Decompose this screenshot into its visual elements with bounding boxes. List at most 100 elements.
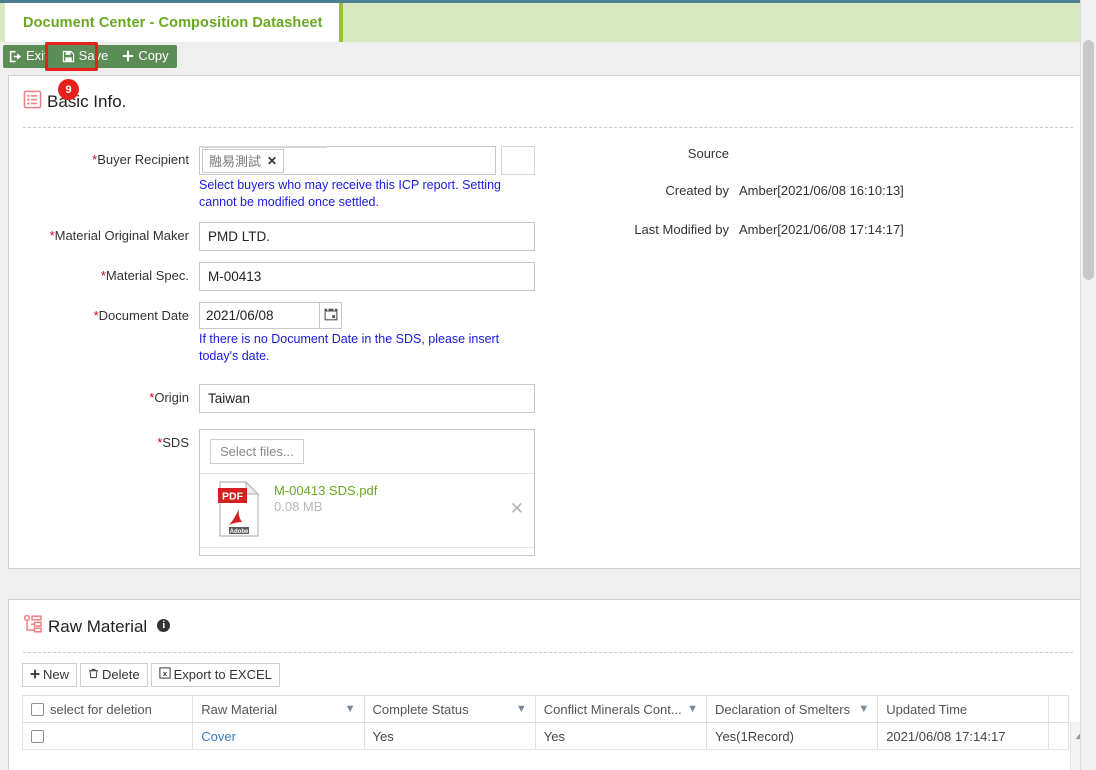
sds-upload-footer (200, 547, 534, 555)
copy-button[interactable]: Copy (116, 45, 176, 68)
column-header-label: Raw Material (201, 701, 278, 717)
basic-info-header: Basic Info. (9, 76, 1087, 114)
buyer-recipient-label: *Buyer Recipient (92, 152, 189, 167)
buyer-recipient-field: 融易測試 ✕ Select buyers who may receive thi… (199, 146, 535, 211)
cell-complete-status: Yes (364, 723, 536, 750)
material-spec-field (199, 262, 535, 291)
page-header: Document Center - Composition Datasheet (0, 0, 1096, 42)
export-to-excel-button[interactable]: x Export to EXCEL (150, 663, 280, 687)
annotation-badge-9: 9 (58, 79, 79, 100)
delete-label: Delete (102, 667, 140, 682)
column-header-raw-material: Raw Material ▼ (193, 696, 365, 723)
origin-label: *Origin (149, 390, 189, 405)
column-header-updated-time: Updated Time (878, 696, 1050, 723)
buyer-recipient-multiselect-wrap: 融易測試 ✕ (199, 146, 535, 175)
buyer-recipient-chip: 融易測試 ✕ (202, 148, 285, 173)
sds-upload-top: Select files... (200, 430, 534, 473)
readonly-info-column: Source Created by Amber[2021/06/08 16:10… (579, 146, 1049, 259)
info-icon[interactable]: i (157, 619, 171, 632)
buyer-recipient-hint: Select buyers who may receive this ICP r… (199, 178, 501, 209)
tab-label: Document Center - Composition Datasheet (23, 14, 323, 31)
cell-raw-material: Cover (193, 723, 365, 750)
material-spec-input[interactable] (199, 262, 535, 291)
created-by-label: Created by (665, 183, 729, 198)
list-icon (23, 90, 42, 114)
row-checkbox[interactable] (31, 729, 44, 743)
tab-composition-datasheet[interactable]: Document Center - Composition Datasheet (5, 3, 343, 42)
svg-text:Adobe: Adobe (230, 529, 249, 535)
filter-icon[interactable]: ▼ (345, 703, 356, 715)
last-modified-by-value: Amber[2021/06/08 17:14:17] (739, 222, 904, 237)
cell-spacer (1049, 723, 1069, 750)
svg-text:x: x (163, 669, 168, 678)
column-header-select-for-deletion: select for deletion (22, 696, 194, 723)
new-button[interactable]: New (22, 663, 78, 687)
page-scrollbar-thumb[interactable] (1083, 40, 1094, 280)
buyer-recipient-secondary-box[interactable] (501, 146, 535, 175)
sds-field: Select files... PDF Adobe M-00413 SDS.pd… (199, 429, 535, 556)
trash-icon (88, 667, 99, 683)
material-original-maker-input[interactable] (199, 222, 535, 251)
filter-icon[interactable]: ▼ (687, 703, 698, 715)
material-original-maker-field (199, 222, 535, 251)
select-files-button[interactable]: Select files... (210, 439, 304, 464)
table-row[interactable]: Cover Yes Yes Yes(1Record) 2021/06/08 17… (22, 723, 1069, 750)
readonly-row-created-by: Created by Amber[2021/06/08 16:10:13] (579, 183, 1049, 198)
save-label: Save (78, 48, 109, 63)
svg-text:PDF: PDF (222, 491, 244, 503)
page-vertical-scrollbar[interactable] (1080, 0, 1096, 770)
sds-file-name[interactable]: M-00413 SDS.pdf (274, 483, 496, 498)
document-date-field: If there is no Document Date in the SDS,… (199, 302, 535, 365)
field-row-sds: *SDS Select files... PDF Adobe M-00413 S… (9, 429, 1087, 556)
sds-file-meta: M-00413 SDS.pdf 0.08 MB (274, 481, 496, 514)
select-all-checkbox[interactable] (31, 702, 44, 716)
filter-icon[interactable]: ▼ (516, 703, 527, 715)
column-header-conflict-minerals: Conflict Minerals Cont... ▼ (535, 696, 707, 723)
delete-button[interactable]: Delete (80, 663, 148, 687)
remove-file-icon[interactable]: ✕ (510, 481, 524, 519)
save-button[interactable]: Save (56, 45, 117, 68)
chip-label: 融易測試 (209, 154, 262, 169)
exit-label: Exit (26, 48, 48, 63)
document-date-wrap (199, 302, 535, 329)
raw-material-grid-toolbar: New Delete x Export to EXCEL (9, 653, 1087, 687)
action-toolbar: Exit Save Copy (0, 42, 1096, 73)
column-header-label: select for deletion (50, 701, 152, 717)
plus-icon (122, 50, 134, 62)
document-date-hint: If there is no Document Date in the SDS,… (199, 332, 500, 363)
cell-conflict-minerals: Yes (535, 723, 707, 750)
document-date-input[interactable] (199, 302, 319, 329)
material-spec-label: *Material Spec. (100, 268, 189, 283)
excel-icon: x (159, 667, 171, 683)
filter-icon[interactable]: ▼ (858, 703, 869, 715)
basic-info-form: *Buyer Recipient 融易測試 ✕ Select buyers wh… (9, 128, 1087, 556)
sds-file-size: 0.08 MB (274, 499, 323, 514)
column-header-label: Conflict Minerals Cont... (543, 701, 682, 717)
column-header-label: Updated Time (886, 701, 968, 717)
calendar-button[interactable] (319, 302, 342, 329)
raw-material-header: Raw Material i (9, 600, 1087, 639)
column-header-declaration-of-smelters: Declaration of Smelters ▼ (706, 696, 879, 723)
sds-label: *SDS (157, 435, 189, 450)
exit-button[interactable]: Exit (3, 45, 56, 68)
buyer-recipient-input[interactable]: 融易測試 ✕ (199, 146, 496, 175)
field-row-material-spec: *Material Spec. (9, 262, 1087, 291)
chip-remove-icon[interactable]: ✕ (267, 154, 277, 168)
basic-info-panel: Basic Info. *Buyer Recipient 融易測試 ✕ Sele… (8, 75, 1088, 569)
field-row-document-date: *Document Date 2021/06/08 If there is no… (9, 302, 1087, 365)
cell-updated-time: 2021/06/08 17:14:17 (878, 723, 1050, 750)
sds-upload-box: Select files... PDF Adobe M-00413 SDS.pd… (199, 429, 535, 556)
toolbar-button-group: Exit Save Copy (3, 45, 177, 68)
material-original-maker-label: *Material Original Maker (49, 228, 189, 243)
column-header-complete-status: Complete Status ▼ (364, 696, 536, 723)
document-date-label: *Document Date (93, 308, 189, 323)
hierarchy-icon (23, 614, 43, 639)
table-header-row: select for deletion Raw Material ▼ Compl… (22, 696, 1069, 723)
copy-label: Copy (138, 48, 169, 63)
sds-file-item: PDF Adobe M-00413 SDS.pdf 0.08 MB ✕ (200, 473, 534, 547)
raw-material-table: select for deletion Raw Material ▼ Compl… (22, 695, 1069, 750)
origin-input[interactable] (199, 384, 535, 413)
raw-material-link[interactable]: Cover (201, 729, 236, 744)
cell-declaration-of-smelters: Yes(1Record) (706, 723, 879, 750)
plus-icon (30, 667, 40, 683)
